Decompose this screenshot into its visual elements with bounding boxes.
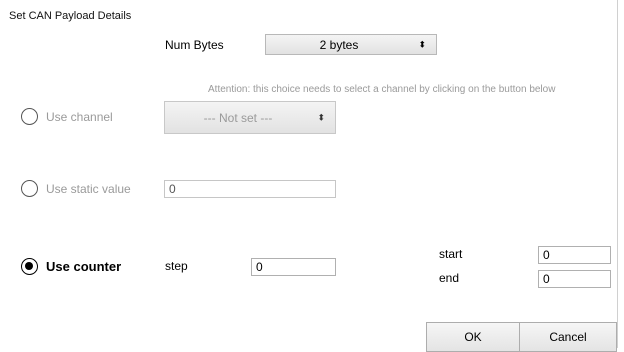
- updown-arrow-icon: ⬍: [418, 39, 426, 49]
- dialog-border: [617, 0, 618, 348]
- end-label: end: [439, 271, 460, 285]
- start-input[interactable]: [538, 246, 611, 264]
- dialog-title: Set CAN Payload Details: [9, 10, 132, 22]
- can-payload-dialog: Set CAN Payload Details Num Bytes 2 byte…: [0, 0, 624, 352]
- step-label: step: [165, 259, 188, 273]
- use-channel-radio[interactable]: [21, 108, 38, 125]
- use-static-radio[interactable]: [21, 180, 38, 197]
- use-counter-label: Use counter: [46, 259, 122, 274]
- end-input[interactable]: [538, 270, 611, 288]
- use-static-label: Use static value: [46, 182, 131, 196]
- start-label: start: [439, 247, 463, 261]
- use-counter-radio[interactable]: [21, 258, 38, 275]
- channel-select[interactable]: --- Not set --- ⬍: [164, 101, 336, 134]
- updown-arrow-icon: ⬍: [317, 112, 325, 122]
- static-value-input[interactable]: [164, 180, 336, 198]
- num-bytes-select[interactable]: 2 bytes ⬍: [265, 34, 437, 55]
- attention-text: Attention: this choice needs to select a…: [208, 84, 556, 95]
- channel-select-value: --- Not set ---: [203, 110, 273, 125]
- use-channel-label: Use channel: [46, 110, 113, 124]
- num-bytes-label: Num Bytes: [165, 38, 224, 52]
- num-bytes-value: 2 bytes: [319, 37, 359, 52]
- step-input[interactable]: [251, 258, 336, 276]
